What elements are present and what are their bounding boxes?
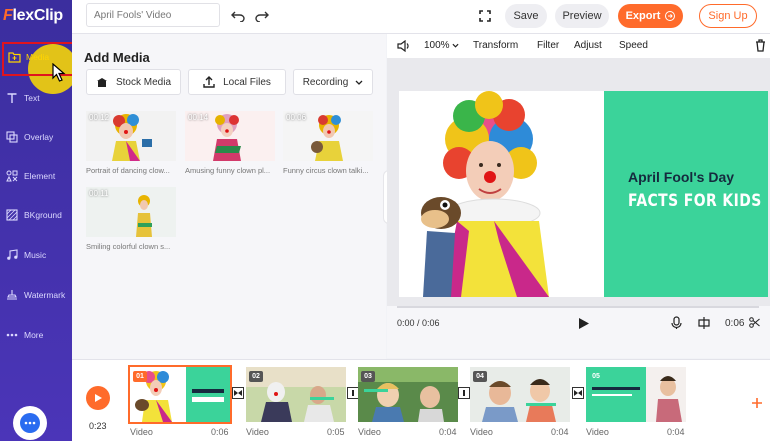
microphone-icon[interactable] — [671, 316, 682, 330]
adjust-button[interactable]: Adjust — [574, 40, 602, 51]
redo-button[interactable] — [254, 8, 270, 24]
volume-icon[interactable] — [397, 40, 410, 52]
media-panel: Add Media Stock Media Local Files Record… — [72, 34, 386, 359]
preview-button[interactable]: Preview — [555, 4, 609, 28]
clip-label: Video — [358, 427, 381, 437]
undo-button[interactable] — [230, 8, 246, 24]
arrow-right-icon — [665, 11, 676, 21]
chevron-down-icon — [355, 80, 363, 85]
clip-label: Video — [470, 427, 493, 437]
local-files-button[interactable]: Local Files — [188, 69, 286, 95]
plus-icon — [752, 398, 762, 408]
sign-up-button[interactable]: Sign Up — [699, 4, 757, 28]
zoom-dropdown[interactable]: 100% — [424, 40, 459, 51]
play-icon — [94, 394, 102, 402]
media-caption: Amusing funny clown pl... — [185, 166, 271, 175]
media-thumbnail[interactable]: 00:12 — [86, 111, 176, 161]
play-icon[interactable] — [578, 317, 590, 330]
timeline-clip[interactable]: 05 — [586, 367, 686, 422]
transition-icon — [352, 390, 354, 396]
export-button[interactable]: Export — [618, 4, 683, 28]
clip-duration: 0:06 — [211, 427, 229, 437]
media-caption: Funny circus clown talki... — [283, 166, 369, 175]
sidebar-item-watermark[interactable]: Watermark — [0, 280, 72, 310]
text-icon — [5, 91, 19, 105]
trash-icon[interactable] — [755, 39, 766, 52]
recording-dropdown[interactable]: Recording — [293, 69, 373, 95]
sidebar-item-element[interactable]: Element — [0, 161, 72, 191]
media-thumbnail[interactable]: 00:11 — [86, 187, 176, 237]
total-time: 0:23 — [89, 421, 107, 431]
flexclip-logo[interactable]: FlexClip — [3, 7, 63, 25]
progress-bar[interactable] — [397, 306, 759, 308]
panel-title: Add Media — [84, 50, 150, 65]
clip-label: Video — [586, 427, 609, 437]
transition-icon — [234, 390, 242, 396]
overlay-icon — [5, 130, 19, 144]
top-header: April Fools' Video Save Preview Export S… — [72, 0, 770, 34]
sidebar-item-bkground[interactable]: BKground — [0, 200, 72, 230]
timeline-play-button[interactable] — [86, 386, 110, 410]
add-clip-button[interactable] — [750, 396, 764, 410]
more-icon — [5, 328, 19, 342]
background-icon — [5, 208, 19, 222]
duration-time: 0:06 — [725, 318, 745, 329]
transform-button[interactable]: Transform — [473, 40, 518, 51]
stock-media-icon — [96, 77, 108, 88]
music-icon — [5, 248, 19, 262]
chevron-down-icon — [452, 43, 459, 48]
scissors-icon[interactable] — [749, 317, 760, 328]
timeline-clip[interactable]: 04 — [470, 367, 570, 422]
upload-icon — [203, 76, 215, 88]
transition-button[interactable] — [572, 387, 584, 399]
media-caption: Smiling colorful clown s... — [86, 242, 171, 251]
media-caption: Portrait of dancing clow... — [86, 166, 170, 175]
title-card: April Fool's Day FACTS FOR KIDS — [604, 91, 768, 297]
fullscreen-icon — [479, 10, 491, 22]
timeline-clip[interactable]: 01 — [128, 365, 232, 424]
transition-button[interactable] — [232, 387, 244, 399]
transition-button[interactable] — [458, 387, 470, 399]
sidebar-item-more[interactable]: More — [0, 320, 72, 350]
timeline-clip[interactable]: 03 — [358, 367, 458, 422]
media-thumbnail[interactable]: 00:14 — [185, 111, 275, 161]
transition-icon — [574, 390, 582, 396]
project-name-input[interactable]: April Fools' Video — [86, 3, 220, 27]
chat-icon — [20, 413, 40, 433]
element-icon — [5, 169, 19, 183]
media-thumbnail[interactable]: 00:06 — [283, 111, 373, 161]
mouse-cursor-icon — [52, 63, 66, 82]
timeline: 0:23 01 Video 0:06 02 Video 0:05 03 Vide… — [72, 359, 770, 441]
undo-icon — [231, 11, 245, 22]
fullscreen-button[interactable] — [477, 8, 493, 24]
sidebar-item-overlay[interactable]: Overlay — [0, 122, 72, 152]
sidebar: FlexClip Media Text Overlay Element BKgr… — [0, 0, 78, 441]
title-line-2: FACTS FOR KIDS — [628, 191, 762, 211]
timeline-clip[interactable]: 02 — [246, 367, 346, 422]
split-icon[interactable] — [698, 317, 710, 329]
title-line-1: April Fool's Day — [628, 169, 735, 185]
clip-label: Video — [130, 427, 153, 437]
clown-with-puppet-image — [399, 91, 604, 297]
transition-icon — [463, 390, 465, 396]
filter-button[interactable]: Filter — [537, 40, 559, 51]
clip-duration: 0:04 — [551, 427, 569, 437]
preview-toolbar: 100% Transform Filter Adjust Speed — [387, 34, 770, 58]
redo-icon — [255, 11, 269, 22]
clip-label: Video — [246, 427, 269, 437]
current-time: 0:00 / 0:06 — [397, 318, 440, 328]
stock-media-button[interactable]: Stock Media — [86, 69, 181, 95]
playback-controls: 0:00 / 0:06 0:06 — [387, 306, 770, 358]
clip-duration: 0:04 — [439, 427, 457, 437]
chat-support-button[interactable] — [13, 406, 47, 440]
clip-duration: 0:05 — [327, 427, 345, 437]
video-canvas[interactable]: April Fool's Day FACTS FOR KIDS — [399, 91, 768, 297]
sidebar-item-music[interactable]: Music — [0, 240, 72, 270]
save-button[interactable]: Save — [505, 4, 547, 28]
speed-button[interactable]: Speed — [619, 40, 648, 51]
preview-stage: April Fool's Day FACTS FOR KIDS — [387, 58, 770, 306]
sidebar-item-text[interactable]: Text — [0, 83, 72, 113]
watermark-icon — [5, 288, 19, 302]
clip-duration: 0:04 — [667, 427, 685, 437]
